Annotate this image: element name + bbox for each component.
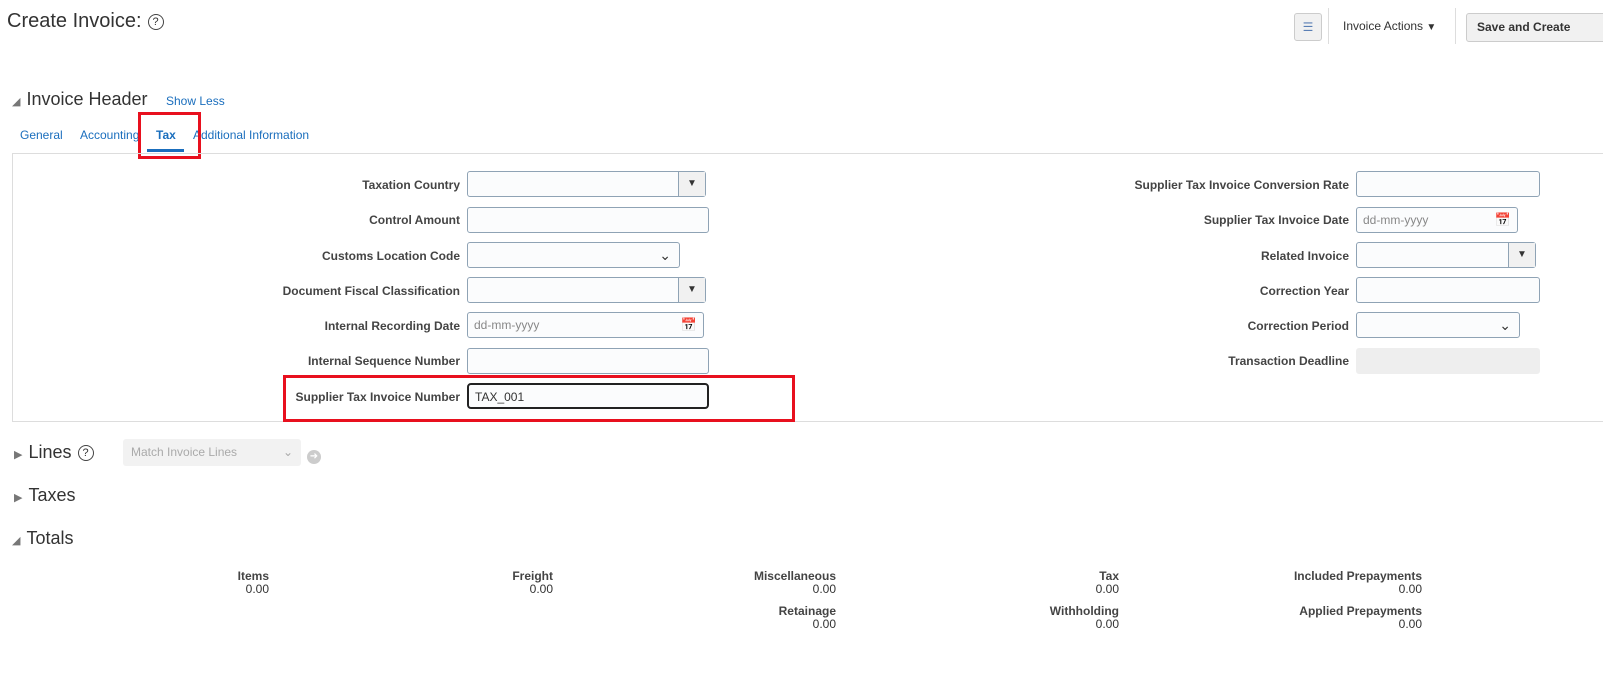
totals-section[interactable]: ◢ Totals — [12, 528, 74, 549]
control-amount-input[interactable] — [467, 207, 709, 233]
label: Transaction Deadline — [1228, 354, 1349, 368]
tab-additional-information[interactable]: Additional Information — [193, 128, 309, 142]
invoice-header-section: ◢ Invoice Header — [12, 89, 148, 109]
conversion-rate-input[interactable] — [1356, 171, 1540, 197]
total-label: Applied Prepayments — [1299, 604, 1422, 618]
divider — [1455, 8, 1456, 44]
label: Taxation Country — [362, 178, 460, 192]
label: Internal Sequence Number — [307, 354, 460, 368]
label: Supplier Tax Invoice Date — [1203, 213, 1349, 227]
label: Correction Year — [1259, 284, 1349, 298]
save-and-create-button[interactable]: Save and Create — [1466, 13, 1603, 42]
total-value: 0.00 — [812, 582, 836, 596]
total-label: Tax — [1099, 569, 1119, 583]
divider — [1328, 8, 1329, 44]
total-label: Retainage — [778, 604, 836, 618]
dropdown-icon[interactable]: ▼ — [678, 278, 705, 302]
total-value: 0.00 — [1398, 582, 1422, 596]
caret-down-icon: ▼ — [1426, 22, 1437, 33]
total-value: 0.00 — [1095, 582, 1119, 596]
total-value: 0.00 — [245, 582, 269, 596]
tab-general[interactable]: General — [20, 128, 63, 142]
go-icon: ➜ — [307, 450, 321, 464]
document-fiscal-classification-select[interactable]: ▼ — [467, 277, 706, 303]
total-value: 0.00 — [812, 617, 836, 631]
total-label: Items — [237, 569, 269, 583]
label: Related Invoice — [1260, 249, 1349, 263]
total-label: Included Prepayments — [1293, 569, 1422, 583]
expand-icon[interactable]: ▶ — [14, 492, 22, 504]
chevron-down-icon: ⌄ — [659, 247, 671, 263]
total-value: 0.00 — [1095, 617, 1119, 631]
customs-location-code-select[interactable]: ⌄ — [467, 242, 680, 268]
chevron-down-icon: ⌄ — [282, 445, 293, 459]
highlight-box — [138, 112, 201, 159]
total-value: 0.00 — [529, 582, 553, 596]
supplier-tax-invoice-date-input[interactable]: dd-mm-yyyy 📅 — [1356, 207, 1518, 233]
total-label: Freight — [512, 569, 553, 583]
lines-section[interactable]: ▶ Lines? — [14, 442, 94, 463]
help-icon[interactable]: ? — [77, 445, 94, 462]
chevron-down-icon: ⌄ — [1499, 317, 1511, 333]
total-value: 0.00 — [1398, 617, 1422, 631]
invoice-actions-menu[interactable]: Invoice Actions ▼ — [1343, 19, 1436, 33]
label: Customs Location Code — [321, 249, 460, 263]
correction-year-input[interactable] — [1356, 277, 1540, 303]
collapse-icon[interactable]: ◢ — [12, 535, 20, 547]
page-title: Create Invoice:? — [7, 10, 164, 33]
tab-accounting[interactable]: Accounting — [80, 128, 139, 142]
label: Internal Recording Date — [324, 319, 460, 333]
taxes-section[interactable]: ▶ Taxes — [14, 485, 76, 506]
calendar-icon[interactable]: 📅 — [681, 313, 697, 337]
taxation-country-select[interactable]: ▼ — [467, 171, 706, 197]
highlight-box — [283, 375, 795, 422]
label: Control Amount — [369, 213, 460, 227]
total-label: Miscellaneous — [753, 569, 836, 583]
label: Supplier Tax Invoice Conversion Rate — [1134, 178, 1350, 192]
collapse-icon[interactable]: ◢ — [12, 96, 20, 108]
correction-period-select[interactable]: ⌄ — [1356, 312, 1520, 338]
match-invoice-lines-select: Match Invoice Lines ⌄ — [123, 439, 301, 466]
related-invoice-select[interactable]: ▼ — [1356, 242, 1536, 268]
transaction-deadline-field — [1356, 348, 1540, 374]
show-less-link[interactable]: Show Less — [166, 94, 225, 108]
label: Document Fiscal Classification — [282, 284, 460, 298]
dropdown-icon[interactable]: ▼ — [1508, 243, 1535, 267]
internal-sequence-number-input[interactable] — [467, 348, 709, 374]
view-toggle-button[interactable]: ☰ — [1294, 13, 1322, 41]
calendar-icon[interactable]: 📅 — [1495, 208, 1511, 232]
internal-recording-date-input[interactable]: dd-mm-yyyy 📅 — [467, 312, 704, 338]
help-icon[interactable]: ? — [147, 13, 164, 30]
label: Correction Period — [1247, 319, 1349, 333]
dropdown-icon[interactable]: ▼ — [678, 172, 705, 196]
expand-icon[interactable]: ▶ — [14, 449, 22, 461]
total-label: Withholding — [1049, 604, 1119, 618]
